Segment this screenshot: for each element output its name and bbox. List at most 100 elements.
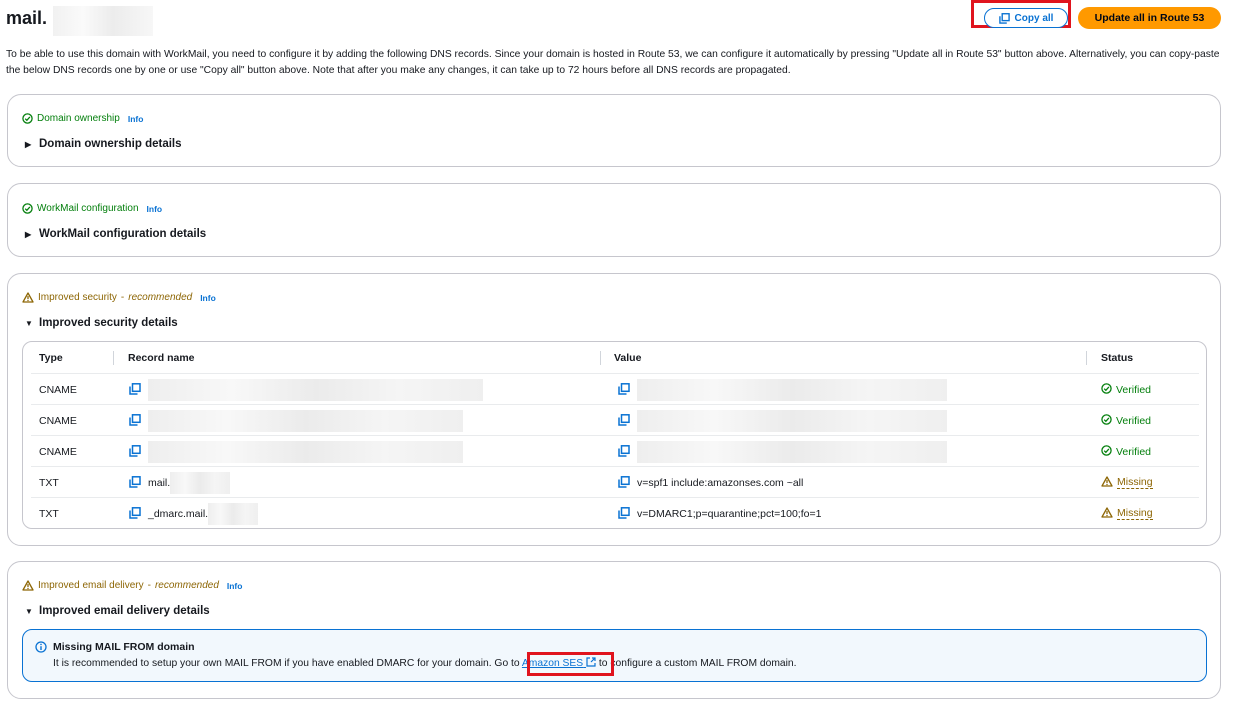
column-header-status[interactable]: Status	[1101, 352, 1133, 364]
copy-icon[interactable]	[618, 383, 631, 396]
table-row: CNAME Verified	[31, 405, 1199, 436]
check-circle-icon	[1101, 382, 1112, 397]
copy-icon[interactable]	[618, 507, 631, 520]
update-route53-button[interactable]: Update all in Route 53	[1078, 7, 1221, 29]
status-missing[interactable]: Missing	[1101, 506, 1153, 521]
improved-security-status: Improved security - recommended Info	[22, 292, 216, 303]
record-value-cell	[618, 436, 947, 467]
table-row: TXT _dmarc.mail. v=DMARC1;p=quarantine;pct…	[31, 498, 1199, 529]
column-header-type[interactable]: Type	[39, 352, 63, 364]
check-circle-icon	[1101, 444, 1112, 459]
redacted-value	[170, 471, 231, 494]
record-value-cell	[618, 374, 947, 405]
domain-ownership-expander[interactable]: ▶ Domain ownership details	[25, 138, 182, 150]
amazon-ses-highlight	[527, 652, 614, 676]
expander-label: Improved security details	[39, 317, 178, 329]
record-name: _dmarc.mail.	[148, 507, 209, 520]
record-value-cell: v=DMARC1;p=quarantine;pct=100;fo=1	[618, 498, 821, 529]
status-suffix: recommended	[154, 580, 219, 591]
redacted-value	[637, 409, 947, 432]
record-status-cell: Verified	[1101, 436, 1151, 467]
expander-label: Domain ownership details	[39, 138, 182, 150]
domain-ownership-card: Domain ownership Info ▶ Domain ownership…	[7, 94, 1221, 167]
info-link[interactable]: Info	[200, 293, 216, 303]
record-name-cell	[129, 405, 463, 436]
redacted-value	[637, 378, 947, 401]
record-type: CNAME	[39, 445, 77, 458]
expander-label: Improved email delivery details	[39, 605, 210, 617]
record-status-cell: Missing	[1101, 498, 1153, 529]
record-name-cell: mail.	[129, 467, 231, 498]
copy-icon[interactable]	[129, 383, 142, 396]
status-label: WorkMail configuration	[37, 203, 139, 214]
improved-delivery-expander[interactable]: ▼ Improved email delivery details	[25, 605, 210, 617]
caret-down-icon: ▼	[25, 318, 33, 328]
alert-title: Missing MAIL FROM domain	[53, 641, 195, 653]
caret-right-icon: ▶	[25, 139, 32, 149]
status-suffix: recommended	[128, 292, 193, 303]
copy-all-button[interactable]: Copy all	[984, 8, 1068, 28]
record-value-cell: v=spf1 include:amazonses.com ~all	[618, 467, 803, 498]
workmail-config-card: WorkMail configuration Info ▶ WorkMail c…	[7, 183, 1221, 257]
check-circle-icon	[22, 203, 33, 214]
redacted-domain	[53, 6, 153, 36]
improved-security-expander[interactable]: ▼ Improved security details	[25, 317, 178, 329]
record-type: TXT	[39, 476, 59, 489]
copy-icon[interactable]	[618, 476, 631, 489]
table-row: CNAME Verified	[31, 374, 1199, 405]
status-verified: Verified	[1101, 413, 1151, 428]
copy-icon[interactable]	[129, 476, 142, 489]
check-circle-icon	[1101, 413, 1112, 428]
copy-icon	[998, 12, 1010, 24]
info-link[interactable]: Info	[147, 204, 163, 214]
record-type: CNAME	[39, 383, 77, 396]
copy-icon[interactable]	[129, 414, 142, 427]
improved-delivery-status: Improved email delivery - recommended In…	[22, 580, 242, 591]
record-name-cell	[129, 436, 463, 467]
workmail-config-expander[interactable]: ▶ WorkMail configuration details	[25, 228, 206, 240]
warning-icon	[1101, 475, 1113, 490]
column-header-record-name[interactable]: Record name	[128, 352, 195, 364]
status-verified: Verified	[1101, 444, 1151, 459]
caret-down-icon: ▼	[25, 606, 33, 616]
improved-delivery-card: Improved email delivery - recommended In…	[7, 561, 1221, 699]
domain-ownership-status: Domain ownership Info	[22, 113, 143, 124]
status-verified: Verified	[1101, 382, 1151, 397]
copy-icon[interactable]	[618, 414, 631, 427]
redacted-value	[637, 440, 947, 463]
dns-records-table: Type Record name Value Status CNAME Verif…	[22, 341, 1207, 529]
caret-right-icon: ▶	[25, 229, 32, 239]
warning-icon	[22, 580, 34, 591]
record-status-cell: Verified	[1101, 405, 1151, 436]
record-type: CNAME	[39, 414, 77, 427]
record-value: v=DMARC1;p=quarantine;pct=100;fo=1	[637, 507, 822, 520]
warning-icon	[22, 292, 34, 303]
copy-icon[interactable]	[618, 445, 631, 458]
info-circle-icon	[35, 641, 47, 653]
record-name-cell: _dmarc.mail.	[129, 498, 259, 529]
workmail-config-status: WorkMail configuration Info	[22, 203, 162, 214]
record-value-cell	[618, 405, 947, 436]
status-label: Domain ownership	[37, 113, 120, 124]
mail-from-info-alert: Missing MAIL FROM domain It is recommend…	[22, 629, 1207, 682]
status-label: Improved email delivery	[38, 580, 144, 591]
warning-icon	[1101, 506, 1113, 521]
improved-security-card: Improved security - recommended Info ▼ I…	[7, 273, 1221, 546]
record-type: TXT	[39, 507, 59, 520]
copy-all-label: Copy all	[1014, 12, 1054, 24]
info-link[interactable]: Info	[227, 581, 243, 591]
info-link[interactable]: Info	[128, 114, 144, 124]
redacted-value	[148, 440, 463, 463]
copy-icon[interactable]	[129, 445, 142, 458]
copy-icon[interactable]	[129, 507, 142, 520]
check-circle-icon	[22, 113, 33, 124]
record-status-cell: Missing	[1101, 467, 1153, 498]
column-header-value[interactable]: Value	[614, 352, 641, 364]
table-row: TXT mail. v=spf1 include:amazonses.com ~al…	[31, 467, 1199, 498]
record-value: v=spf1 include:amazonses.com ~all	[637, 476, 804, 489]
redacted-value	[208, 502, 259, 525]
page-title: mail.	[6, 8, 48, 28]
table-row: CNAME Verified	[31, 436, 1199, 467]
status-missing[interactable]: Missing	[1101, 475, 1153, 490]
status-label: Improved security	[38, 292, 117, 303]
